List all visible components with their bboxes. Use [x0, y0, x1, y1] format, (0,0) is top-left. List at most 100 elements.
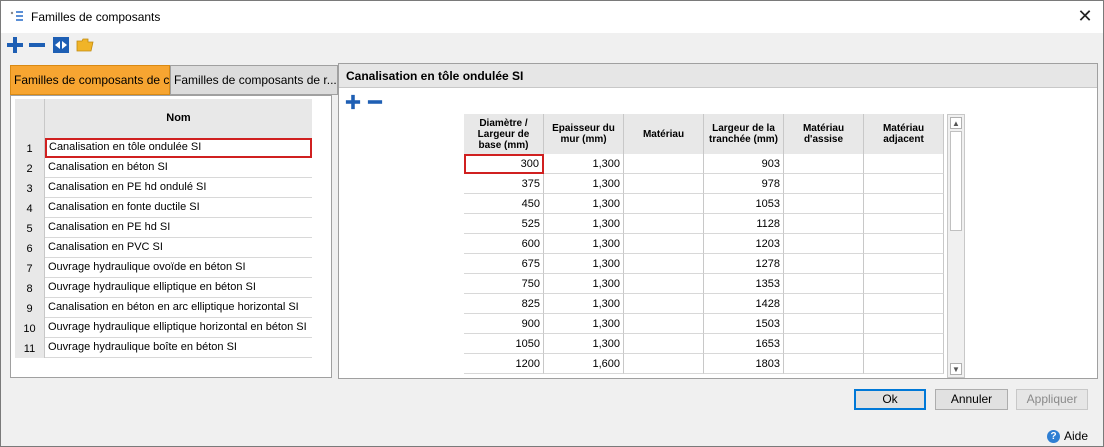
- table-cell[interactable]: [864, 174, 944, 194]
- scroll-up-icon[interactable]: ▲: [950, 117, 962, 129]
- family-row[interactable]: 5 Canalisation en PE hd SI: [15, 218, 312, 238]
- table-cell[interactable]: [784, 214, 864, 234]
- family-name-cell[interactable]: Ouvrage hydraulique elliptique en béton …: [45, 278, 312, 298]
- table-cell[interactable]: [864, 274, 944, 294]
- table-cell[interactable]: 1428: [704, 294, 784, 314]
- family-row[interactable]: 3 Canalisation en PE hd ondulé SI: [15, 178, 312, 198]
- table-cell[interactable]: [864, 254, 944, 274]
- table-cell[interactable]: [784, 174, 864, 194]
- cancel-button[interactable]: Annuler: [935, 389, 1008, 410]
- table-cell[interactable]: [784, 154, 864, 174]
- table-cell[interactable]: [784, 294, 864, 314]
- table-cell[interactable]: [624, 214, 704, 234]
- family-name-cell[interactable]: Canalisation en PE hd ondulé SI: [45, 178, 312, 198]
- table-cell[interactable]: 1,300: [544, 174, 624, 194]
- table-cell[interactable]: [784, 274, 864, 294]
- import-icon[interactable]: [52, 36, 70, 54]
- table-cell[interactable]: [624, 194, 704, 214]
- table-cell[interactable]: 1050: [464, 334, 544, 354]
- table-cell[interactable]: 1,300: [544, 314, 624, 334]
- table-cell[interactable]: 1,300: [544, 254, 624, 274]
- table-cell[interactable]: 300: [464, 154, 544, 174]
- table-cell[interactable]: 1,300: [544, 154, 624, 174]
- vertical-scrollbar[interactable]: ▲ ▼: [947, 114, 965, 378]
- close-icon[interactable]: ✕: [1077, 6, 1092, 26]
- column-header[interactable]: Largeur de la tranchée (mm): [704, 114, 784, 154]
- close-button[interactable]: ✕: [1071, 3, 1099, 31]
- table-cell[interactable]: [864, 234, 944, 254]
- help-label[interactable]: Aide: [1064, 429, 1088, 443]
- table-cell[interactable]: [864, 354, 944, 374]
- family-row[interactable]: 11 Ouvrage hydraulique boîte en béton SI: [15, 338, 312, 358]
- table-cell[interactable]: [624, 314, 704, 334]
- family-name-cell[interactable]: Ouvrage hydraulique boîte en béton SI: [45, 338, 312, 358]
- ok-button[interactable]: Ok: [854, 389, 926, 410]
- table-cell[interactable]: [624, 274, 704, 294]
- table-cell[interactable]: 900: [464, 314, 544, 334]
- family-row[interactable]: 8 Ouvrage hydraulique elliptique en béton…: [15, 278, 312, 298]
- family-name-cell[interactable]: Ouvrage hydraulique elliptique horizonta…: [45, 318, 312, 338]
- family-row[interactable]: 7 Ouvrage hydraulique ovoïde en béton SI: [15, 258, 312, 278]
- table-cell[interactable]: [864, 194, 944, 214]
- table-cell[interactable]: [624, 294, 704, 314]
- table-cell[interactable]: [624, 234, 704, 254]
- table-cell[interactable]: 525: [464, 214, 544, 234]
- table-cell[interactable]: 1,300: [544, 214, 624, 234]
- table-cell[interactable]: 1,300: [544, 334, 624, 354]
- tab-families-c[interactable]: Familles de composants de c...: [10, 65, 170, 95]
- table-cell[interactable]: [624, 174, 704, 194]
- family-name-cell[interactable]: Canalisation en PE hd SI: [45, 218, 312, 238]
- family-row[interactable]: 6 Canalisation en PVC SI: [15, 238, 312, 258]
- table-cell[interactable]: [624, 254, 704, 274]
- table-cell[interactable]: 375: [464, 174, 544, 194]
- scroll-thumb[interactable]: [950, 131, 962, 231]
- table-cell[interactable]: [624, 354, 704, 374]
- table-cell[interactable]: 1203: [704, 234, 784, 254]
- add-icon[interactable]: [6, 36, 24, 54]
- table-cell[interactable]: 1653: [704, 334, 784, 354]
- table-cell[interactable]: 1803: [704, 354, 784, 374]
- table-cell[interactable]: [784, 314, 864, 334]
- open-folder-icon[interactable]: [76, 36, 94, 54]
- table-cell[interactable]: [864, 154, 944, 174]
- table-cell[interactable]: [784, 334, 864, 354]
- apply-button[interactable]: Appliquer: [1016, 389, 1088, 410]
- table-cell[interactable]: 1200: [464, 354, 544, 374]
- table-cell[interactable]: 675: [464, 254, 544, 274]
- table-cell[interactable]: 1278: [704, 254, 784, 274]
- table-cell[interactable]: 1053: [704, 194, 784, 214]
- table-cell[interactable]: 1,300: [544, 234, 624, 254]
- column-header[interactable]: Matériau: [624, 114, 704, 154]
- remove-row-icon[interactable]: [367, 94, 383, 110]
- scroll-down-icon[interactable]: ▼: [950, 363, 962, 375]
- table-cell[interactable]: 450: [464, 194, 544, 214]
- family-name-cell[interactable]: Canalisation en tôle ondulée SI: [45, 138, 312, 158]
- table-cell[interactable]: 750: [464, 274, 544, 294]
- column-header-nom[interactable]: Nom: [45, 99, 312, 138]
- family-name-cell[interactable]: Canalisation en fonte ductile SI: [45, 198, 312, 218]
- help-icon[interactable]: ?: [1047, 430, 1060, 444]
- add-row-icon[interactable]: [345, 94, 361, 110]
- column-header[interactable]: Matériau d'assise: [784, 114, 864, 154]
- table-cell[interactable]: 1,300: [544, 194, 624, 214]
- table-cell[interactable]: [784, 234, 864, 254]
- table-cell[interactable]: 1,600: [544, 354, 624, 374]
- family-name-cell[interactable]: Ouvrage hydraulique ovoïde en béton SI: [45, 258, 312, 278]
- remove-icon[interactable]: [28, 36, 46, 54]
- table-cell[interactable]: [784, 194, 864, 214]
- family-name-cell[interactable]: Canalisation en PVC SI: [45, 238, 312, 258]
- table-cell[interactable]: 1,300: [544, 294, 624, 314]
- table-cell[interactable]: [864, 314, 944, 334]
- column-header[interactable]: Matériau adjacent: [864, 114, 944, 154]
- table-cell[interactable]: [864, 334, 944, 354]
- column-header[interactable]: Epaisseur du mur (mm): [544, 114, 624, 154]
- table-cell[interactable]: 1128: [704, 214, 784, 234]
- family-name-cell[interactable]: Canalisation en béton SI: [45, 158, 312, 178]
- table-cell[interactable]: 1353: [704, 274, 784, 294]
- family-name-cell[interactable]: Canalisation en béton en arc elliptique …: [45, 298, 312, 318]
- family-row[interactable]: 2 Canalisation en béton SI: [15, 158, 312, 178]
- table-cell[interactable]: [624, 334, 704, 354]
- table-cell[interactable]: 903: [704, 154, 784, 174]
- table-cell[interactable]: 1503: [704, 314, 784, 334]
- column-header[interactable]: Diamètre / Largeur de base (mm): [464, 114, 544, 154]
